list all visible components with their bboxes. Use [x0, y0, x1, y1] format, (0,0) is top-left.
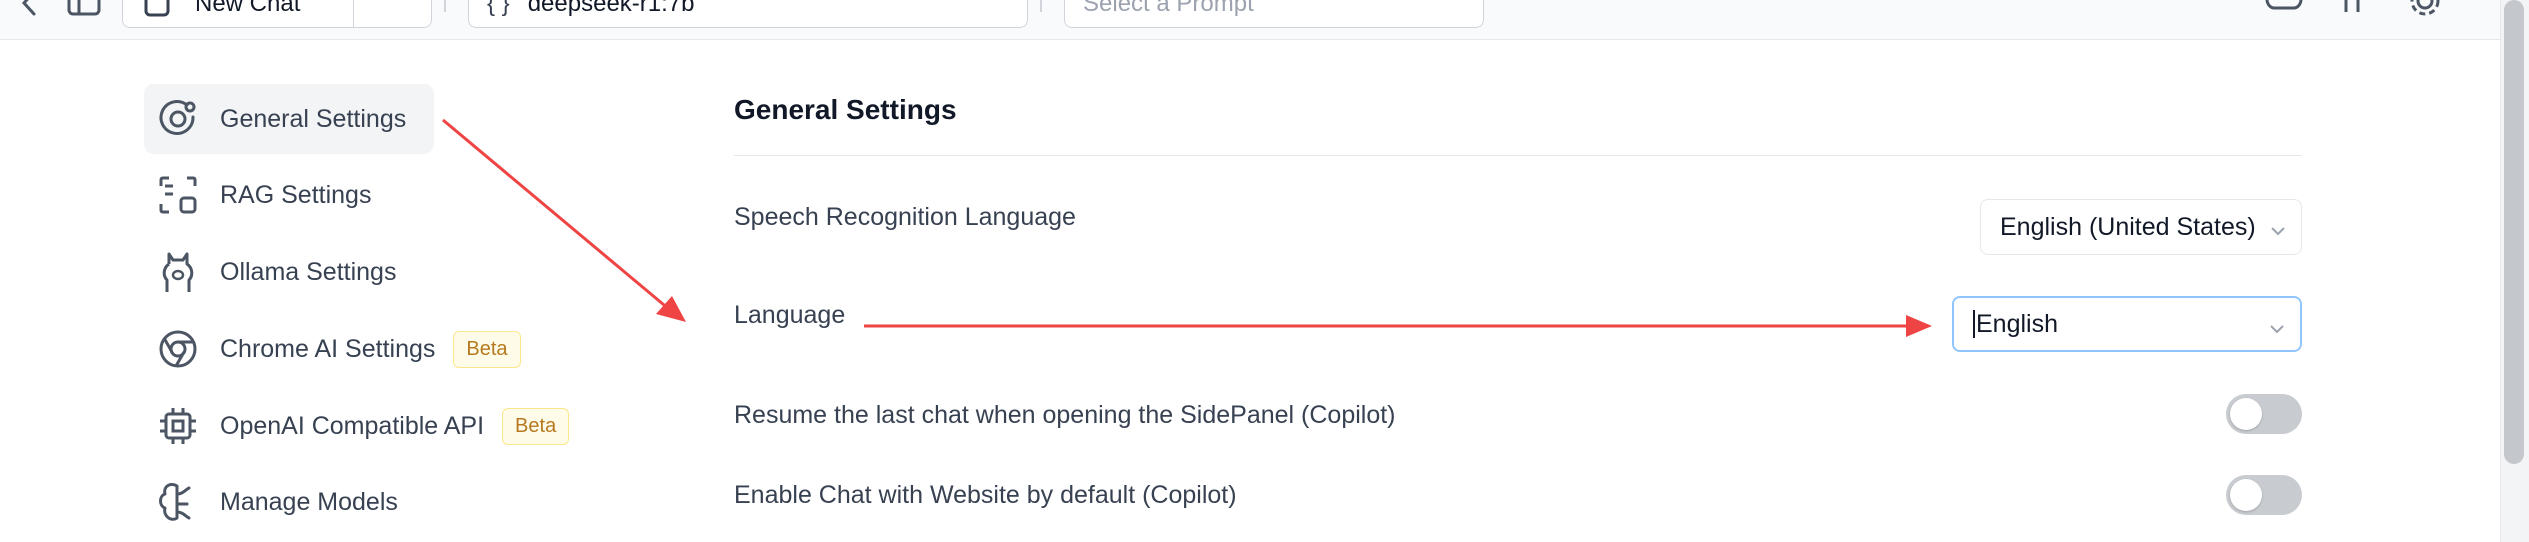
sidebar-item-openai-compatible-api[interactable]: OpenAI Compatible API Beta — [144, 391, 604, 461]
back-icon[interactable] — [14, 0, 44, 23]
beta-badge: Beta — [453, 330, 521, 368]
divider — [734, 155, 2302, 156]
chat-icon — [143, 0, 171, 18]
scan-icon — [156, 173, 200, 217]
language-select-value: English — [1976, 309, 2058, 338]
new-chat-label: New Chat — [195, 0, 301, 17]
sidebar-item-label: General Settings — [220, 104, 407, 133]
sidebar-item-chrome-ai-settings[interactable]: Chrome AI Settings Beta — [144, 314, 564, 384]
speech-recognition-language-label: Speech Recognition Language — [734, 203, 1076, 231]
scrollbar-thumb[interactable] — [2504, 0, 2524, 464]
llama-icon — [156, 250, 200, 294]
toggle-knob — [2230, 398, 2262, 430]
speech-recognition-language-value: English (United States) — [2000, 212, 2256, 241]
chrome-icon — [156, 327, 200, 371]
cpu-icon — [156, 404, 200, 448]
sidebar-toggle-icon[interactable] — [66, 0, 102, 23]
brain-icon[interactable] — [2264, 0, 2304, 21]
enable-chat-with-website-label: Enable Chat with Website by default (Cop… — [734, 481, 1237, 509]
toggle-knob — [2230, 479, 2262, 511]
brain-icon — [156, 480, 200, 524]
sidebar-item-label: Chrome AI Settings — [220, 334, 436, 363]
github-icon[interactable] — [2336, 0, 2368, 21]
prompt-select[interactable]: Select a Prompt — [1064, 0, 1484, 28]
orbit-icon — [156, 97, 200, 141]
enable-chat-with-website-toggle[interactable] — [2226, 475, 2302, 515]
arrow-to-language-select — [864, 315, 1932, 337]
language-label: Language — [734, 301, 846, 329]
settings-icon[interactable] — [2408, 0, 2442, 23]
model-select[interactable]: { } deepseek-r1:7b — [468, 0, 1028, 28]
sidebar-item-label: RAG Settings — [220, 180, 372, 209]
resume-last-chat-toggle[interactable] — [2226, 394, 2302, 434]
text-cursor — [1973, 310, 1975, 338]
sidebar-item-manage-models[interactable]: Manage Models — [144, 467, 434, 537]
sidebar-item-ollama-settings[interactable]: Ollama Settings — [144, 237, 434, 307]
resume-last-chat-label: Resume the last chat when opening the Si… — [734, 401, 1396, 429]
top-bar: New Chat { } deepseek-r1:7b Select a Pro… — [0, 0, 2500, 40]
arrow-to-language — [442, 118, 686, 322]
chevron-down-icon — [2269, 218, 2287, 247]
sidebar-item-label: Ollama Settings — [220, 257, 397, 286]
beta-badge: Beta — [502, 407, 570, 445]
new-chat-button[interactable]: New Chat — [122, 0, 432, 28]
sidebar-item-label: Manage Models — [220, 487, 398, 516]
sidebar-item-label: OpenAI Compatible API — [220, 411, 485, 440]
model-icon: { } — [487, 0, 510, 17]
model-select-value: deepseek-r1:7b — [527, 0, 695, 17]
language-select[interactable]: English — [1952, 296, 2302, 352]
speech-recognition-language-select[interactable]: English (United States) — [1980, 199, 2302, 255]
chevron-down-icon — [2268, 316, 2286, 345]
prompt-select-placeholder: Select a Prompt — [1083, 0, 1254, 17]
page-title: General Settings — [734, 94, 957, 125]
sidebar-item-rag-settings[interactable]: RAG Settings — [144, 160, 434, 230]
sidebar-item-general-settings[interactable]: General Settings — [144, 84, 434, 154]
